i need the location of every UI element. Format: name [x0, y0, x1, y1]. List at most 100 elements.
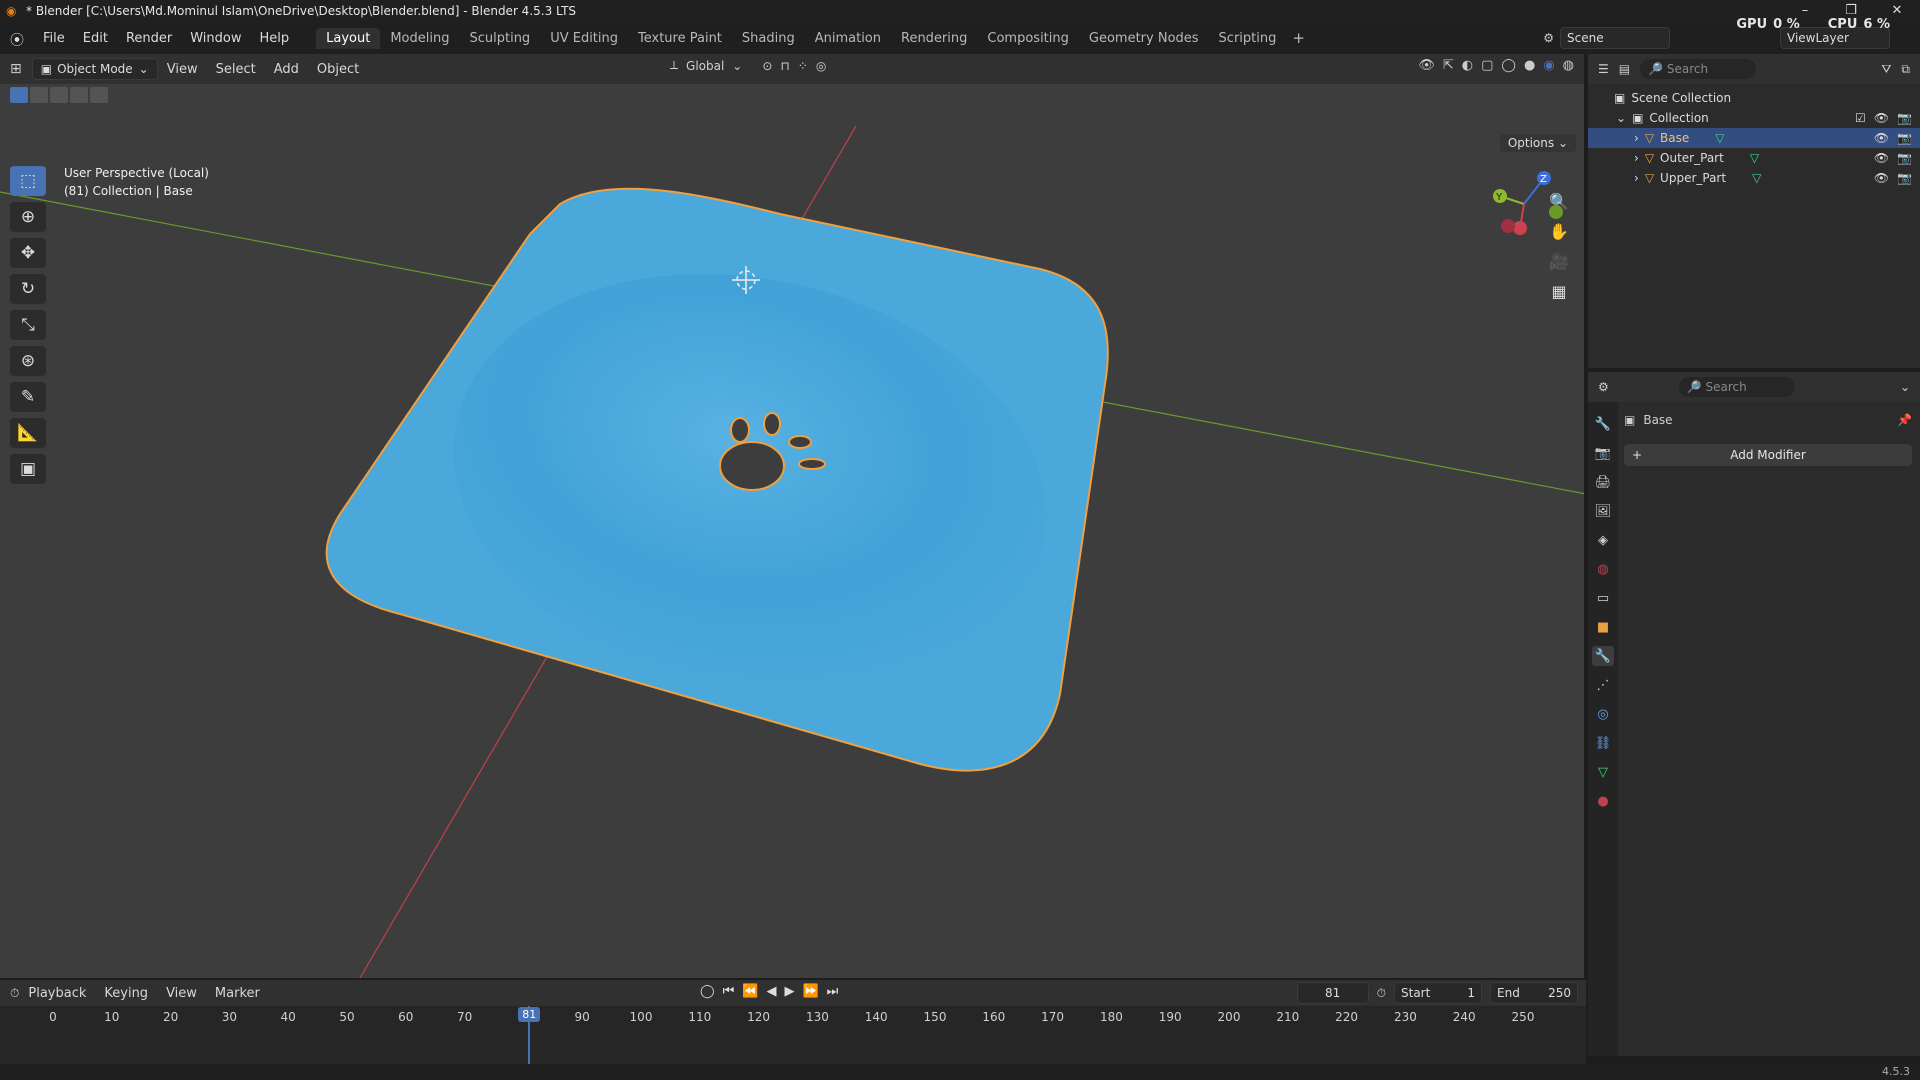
- tab-sculpting[interactable]: Sculpting: [459, 28, 540, 49]
- world-tab-icon[interactable]: ◍: [1592, 559, 1614, 579]
- tab-animation[interactable]: Animation: [805, 28, 891, 49]
- timeline-menu-marker[interactable]: Marker: [206, 986, 269, 1001]
- 3d-viewport[interactable]: ⊞ ▣ Object Mode ⌄ View Select Add Object…: [0, 54, 1586, 978]
- menu-file[interactable]: File: [34, 31, 74, 46]
- tool-tab-icon[interactable]: 🔧: [1592, 414, 1614, 434]
- mesh-data-icon[interactable]: ▽: [1750, 151, 1759, 165]
- timeline-ruler[interactable]: 81 0 10 20 30 40 50 60 70 90 100 110 120 130 140 150 16…: [0, 1006, 1586, 1064]
- viewport-menu-select[interactable]: Select: [207, 62, 265, 77]
- scale-tool-icon[interactable]: ⤡: [10, 310, 46, 340]
- pin-icon[interactable]: 📌: [1897, 413, 1912, 427]
- camera-icon[interactable]: 📷: [1897, 111, 1912, 125]
- stopwatch-icon[interactable]: ⏱: [1377, 986, 1386, 1001]
- outliner-item-outer-part[interactable]: › ▽ Outer_Part ▽ 👁 📷: [1588, 148, 1920, 168]
- tab-geometry-nodes[interactable]: Geometry Nodes: [1079, 28, 1209, 49]
- physics-tab-icon[interactable]: ◎: [1592, 704, 1614, 724]
- scene-tab-icon[interactable]: ◈: [1592, 530, 1614, 550]
- view-layer-tab-icon[interactable]: 🖼: [1592, 501, 1614, 521]
- object-tab-icon[interactable]: ■: [1592, 617, 1614, 637]
- collection-row[interactable]: ⌄ ▣ Collection ☑ 👁 📷: [1588, 108, 1920, 128]
- mesh-data-icon[interactable]: ▽: [1752, 171, 1761, 185]
- scene-field[interactable]: Scene: [1560, 27, 1670, 49]
- pan-hand-icon[interactable]: ✋: [1544, 222, 1574, 248]
- jump-end-icon[interactable]: ⏭: [827, 984, 839, 999]
- camera-icon[interactable]: 📷: [1897, 131, 1912, 145]
- rotate-tool-icon[interactable]: ↻: [10, 274, 46, 304]
- viewport-menu-object[interactable]: Object: [308, 62, 368, 77]
- snap-icon[interactable]: ⊓: [780, 59, 789, 73]
- proportional-edit-icon[interactable]: ◎: [816, 59, 826, 73]
- menu-edit[interactable]: Edit: [74, 31, 117, 46]
- camera-icon[interactable]: 📷: [1897, 171, 1912, 185]
- add-modifier-button[interactable]: + Add Modifier: [1624, 444, 1912, 466]
- current-frame-field[interactable]: 81: [1296, 982, 1369, 1004]
- camera-icon[interactable]: 📷: [1897, 151, 1912, 165]
- transform-tool-icon[interactable]: ⊛: [10, 346, 46, 376]
- collection-tab-icon[interactable]: ▭: [1592, 588, 1614, 608]
- transform-orientation[interactable]: ⟂ Global ⌄ ⊙ ⊓ ⁘ ◎: [670, 58, 826, 73]
- data-tab-icon[interactable]: ▽: [1592, 762, 1614, 782]
- eye-icon[interactable]: 👁: [1874, 151, 1889, 165]
- eye-icon[interactable]: 👁: [1874, 111, 1889, 125]
- next-keyframe-icon[interactable]: ⏩: [802, 984, 818, 999]
- viewport-menu-view[interactable]: View: [158, 62, 207, 77]
- play-reverse-icon[interactable]: ◀: [766, 984, 776, 999]
- visibility-icon[interactable]: 👁: [1418, 58, 1435, 73]
- start-frame-field[interactable]: Start 1: [1394, 982, 1482, 1004]
- auto-key-icon[interactable]: ◯: [700, 984, 715, 999]
- chevron-down-icon[interactable]: ⌄: [1900, 380, 1910, 394]
- expand-arrow-icon[interactable]: ›: [1634, 151, 1639, 165]
- options-dropdown[interactable]: Options ⌄: [1499, 134, 1576, 152]
- blender-menu-icon[interactable]: ⦿: [10, 30, 26, 49]
- constraints-tab-icon[interactable]: ⛓: [1592, 733, 1614, 753]
- annotate-tool-icon[interactable]: ✎: [10, 382, 46, 412]
- expand-arrow-icon[interactable]: ›: [1634, 171, 1639, 185]
- select-box-tool-icon[interactable]: ⬚: [10, 166, 46, 196]
- render-tab-icon[interactable]: 📷: [1592, 443, 1614, 463]
- timeline-editor-icon[interactable]: ⏱: [10, 986, 19, 1001]
- timeline-menu-playback[interactable]: Playback: [19, 986, 95, 1001]
- solid-shading-icon[interactable]: ●: [1524, 58, 1535, 73]
- tab-compositing[interactable]: Compositing: [977, 28, 1079, 49]
- pivot-icon[interactable]: ⊙: [762, 59, 772, 73]
- new-collection-icon[interactable]: ⧉: [1901, 62, 1910, 77]
- particles-tab-icon[interactable]: ⋰: [1592, 675, 1614, 695]
- select-intersect-icon[interactable]: [90, 87, 108, 103]
- viewport-menu-add[interactable]: Add: [265, 62, 308, 77]
- rendered-shading-icon[interactable]: ◍: [1563, 58, 1574, 73]
- menu-window[interactable]: Window: [181, 31, 250, 46]
- outliner-item-upper-part[interactable]: › ▽ Upper_Part ▽ 👁 📷: [1588, 168, 1920, 188]
- eye-icon[interactable]: 👁: [1874, 171, 1889, 185]
- camera-view-icon[interactable]: 🎥: [1544, 252, 1574, 278]
- playhead-frame-label[interactable]: 81: [518, 1007, 541, 1022]
- material-tab-icon[interactable]: ●: [1592, 791, 1614, 811]
- prev-keyframe-icon[interactable]: ⏪: [742, 984, 758, 999]
- checkbox-icon[interactable]: ☑: [1855, 111, 1866, 125]
- outliner-search-input[interactable]: 🔎 Search: [1640, 59, 1757, 79]
- filter-icon[interactable]: ⛛: [1881, 62, 1891, 77]
- expand-arrow-icon[interactable]: ›: [1634, 131, 1639, 145]
- material-shading-icon[interactable]: ◉: [1543, 58, 1554, 73]
- measure-tool-icon[interactable]: 📐: [10, 418, 46, 448]
- select-subtract-icon[interactable]: [50, 87, 68, 103]
- tab-texture-paint[interactable]: Texture Paint: [628, 28, 732, 49]
- modifier-tab-icon[interactable]: 🔧: [1592, 646, 1614, 666]
- output-tab-icon[interactable]: 🖨: [1592, 472, 1614, 492]
- mesh-data-icon[interactable]: ▽: [1715, 131, 1724, 145]
- menu-help[interactable]: Help: [251, 31, 299, 46]
- select-invert-icon[interactable]: [70, 87, 88, 103]
- outliner-item-base[interactable]: › ▽ Base ▽ 👁 📷: [1588, 128, 1920, 148]
- wireframe-shading-icon[interactable]: ◯: [1501, 58, 1516, 73]
- play-icon[interactable]: ▶: [784, 984, 794, 999]
- tab-shading[interactable]: Shading: [732, 28, 805, 49]
- tab-uv-editing[interactable]: UV Editing: [540, 28, 628, 49]
- cursor-tool-icon[interactable]: ⊕: [10, 202, 46, 232]
- expand-arrow-icon[interactable]: ⌄: [1616, 111, 1626, 125]
- overlay-icon[interactable]: ◐: [1462, 58, 1473, 73]
- zoom-icon[interactable]: 🔍: [1544, 192, 1574, 218]
- select-new-icon[interactable]: [10, 87, 28, 103]
- add-cube-tool-icon[interactable]: ▣: [10, 454, 46, 484]
- jump-start-icon[interactable]: ⏮: [723, 984, 735, 999]
- xray-icon[interactable]: ▢: [1481, 58, 1493, 73]
- gizmo-icon[interactable]: ⇱: [1443, 58, 1454, 73]
